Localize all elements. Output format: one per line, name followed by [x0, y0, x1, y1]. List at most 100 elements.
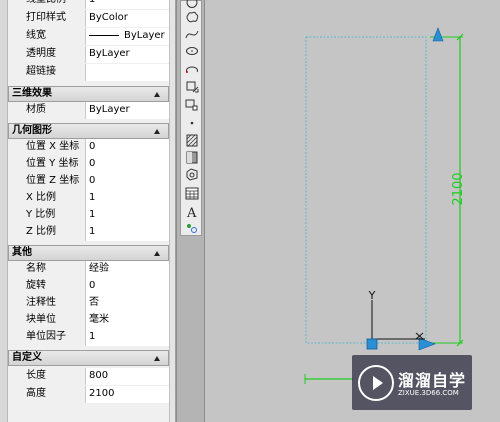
prop-label: Z 比例: [8, 224, 86, 241]
section-title: 几何图形: [12, 125, 52, 136]
prop-label: 位置 X 坐标: [8, 139, 86, 156]
base-point-grip[interactable]: [366, 338, 378, 350]
collapse-arrow-icon[interactable]: [154, 251, 160, 256]
watermark-url: ZIXUE.3D66.COM: [398, 389, 459, 397]
collapse-arrow-icon[interactable]: [154, 92, 160, 97]
prop-label: 位置 Z 坐标: [8, 173, 86, 190]
table-icon[interactable]: [183, 186, 200, 201]
prop-row-length[interactable]: 长度 800: [8, 368, 169, 385]
ellipse-icon[interactable]: [183, 43, 200, 58]
ucs-y-label: Y: [368, 289, 376, 302]
prop-value[interactable]: 1: [86, 207, 169, 224]
section-header-geometry[interactable]: 几何图形: [8, 123, 169, 139]
section-title: 自定义: [12, 352, 42, 363]
prop-value[interactable]: 0: [86, 173, 169, 190]
hatch-icon[interactable]: [183, 133, 200, 148]
prop-row-height[interactable]: 高度 2100: [8, 386, 169, 403]
stretch-grip-right-icon[interactable]: [418, 337, 436, 351]
prop-row-scale-y[interactable]: Y 比例 1: [8, 207, 169, 224]
prop-value[interactable]: [86, 64, 169, 81]
properties-palette: 线型比例 1 打印样式 ByColor 线宽 ByLayer 透明度 ByLay…: [0, 0, 176, 422]
prop-row-transparency[interactable]: 透明度 ByLayer: [8, 46, 169, 63]
prop-row-plot-style[interactable]: 打印样式 ByColor: [8, 10, 169, 27]
prop-label: 打印样式: [8, 10, 86, 27]
prop-label: 块单位: [8, 312, 86, 329]
circle-icon[interactable]: [183, 0, 200, 10]
section-header-custom[interactable]: 自定义: [8, 350, 169, 366]
prop-label: Y 比例: [8, 207, 86, 224]
prop-value[interactable]: 0: [86, 139, 169, 156]
prop-value[interactable]: 0: [86, 278, 169, 295]
insert-block-icon[interactable]: [183, 79, 200, 94]
section-header-3d[interactable]: 三维效果: [8, 86, 169, 102]
mtext-icon[interactable]: A: [183, 204, 200, 219]
prop-label: 长度: [8, 368, 86, 385]
prop-value[interactable]: ByLayer: [86, 28, 169, 45]
collapse-arrow-icon[interactable]: [154, 356, 160, 361]
dimension-text[interactable]: 2100: [451, 172, 466, 205]
prop-row-material[interactable]: 材质 ByLayer: [8, 102, 169, 119]
prop-label: 单位因子: [8, 329, 86, 346]
watermark-title: 溜溜自学: [398, 371, 467, 390]
prop-value[interactable]: ByLayer: [86, 46, 169, 63]
prop-row-unit-factor[interactable]: 单位因子 1: [8, 329, 169, 346]
prop-label: 材质: [8, 102, 86, 119]
prop-label: 注释性: [8, 295, 86, 312]
prop-label: 名称: [8, 261, 86, 278]
ellipse-arc-icon[interactable]: [183, 63, 200, 78]
revcloud-icon[interactable]: [183, 10, 200, 25]
collapse-arrow-icon[interactable]: [154, 129, 160, 134]
prop-value[interactable]: 800: [86, 368, 169, 385]
prop-value[interactable]: 1: [86, 224, 169, 241]
prop-value[interactable]: ByColor: [86, 10, 169, 27]
prop-label: 旋转: [8, 278, 86, 295]
prop-value[interactable]: 2100: [86, 386, 169, 403]
section-title: 其他: [12, 247, 32, 258]
gradient-icon[interactable]: [183, 150, 200, 165]
prop-row-rotation[interactable]: 旋转 0: [8, 278, 169, 295]
lineweight-text: ByLayer: [124, 30, 165, 41]
lineweight-sample: [89, 34, 119, 36]
section-header-misc[interactable]: 其他: [8, 245, 169, 261]
prop-label: 线型比例: [8, 0, 86, 9]
block-outline[interactable]: [305, 36, 427, 344]
prop-row-scale-z[interactable]: Z 比例 1: [8, 224, 169, 241]
prop-row-scale-x[interactable]: X 比例 1: [8, 190, 169, 207]
prop-row-hyperlink[interactable]: 超链接: [8, 64, 169, 81]
prop-row-annotative[interactable]: 注释性 否: [8, 295, 169, 312]
prop-row-lineweight[interactable]: 线宽 ByLayer: [8, 28, 169, 45]
palette-scrollbar[interactable]: [169, 0, 175, 422]
prop-row-position-x[interactable]: 位置 X 坐标 0: [8, 139, 169, 156]
prop-value[interactable]: 经验: [86, 261, 169, 278]
region-icon[interactable]: [183, 167, 200, 182]
spline-icon[interactable]: [183, 27, 200, 42]
prop-row-position-z[interactable]: 位置 Z 坐标 0: [8, 173, 169, 190]
prop-row-position-y[interactable]: 位置 Y 坐标 0: [8, 156, 169, 173]
section-title: 三维效果: [12, 88, 52, 99]
prop-row-name[interactable]: 名称 经验: [8, 261, 169, 278]
prop-label: 线宽: [8, 28, 86, 45]
play-logo-icon: [358, 365, 394, 401]
prop-value[interactable]: 毫米: [86, 312, 169, 329]
prop-value[interactable]: 1: [86, 190, 169, 207]
prop-value[interactable]: 1: [86, 329, 169, 346]
palette-title-bar[interactable]: [0, 0, 8, 422]
prop-value[interactable]: 1: [86, 0, 169, 9]
prop-label: X 比例: [8, 190, 86, 207]
watermark: 溜溜自学 ZIXUE.3D66.COM: [352, 355, 472, 410]
prop-label: 超链接: [8, 64, 86, 81]
prop-label: 位置 Y 坐标: [8, 156, 86, 173]
make-block-icon[interactable]: [183, 97, 200, 112]
prop-value[interactable]: 否: [86, 295, 169, 312]
stretch-grip-top-icon[interactable]: [432, 27, 444, 42]
prop-value[interactable]: ByLayer: [86, 102, 169, 119]
draw-toolbar: A: [180, 0, 202, 236]
add-selected-icon[interactable]: [183, 220, 200, 235]
prop-label: 高度: [8, 386, 86, 403]
prop-label: 透明度: [8, 46, 86, 63]
svg-text:A: A: [186, 206, 197, 218]
prop-row-linetype-scale[interactable]: 线型比例 1: [8, 0, 169, 9]
prop-row-block-unit[interactable]: 块单位 毫米: [8, 312, 169, 329]
prop-value[interactable]: 0: [86, 156, 169, 173]
point-icon[interactable]: [183, 115, 200, 130]
